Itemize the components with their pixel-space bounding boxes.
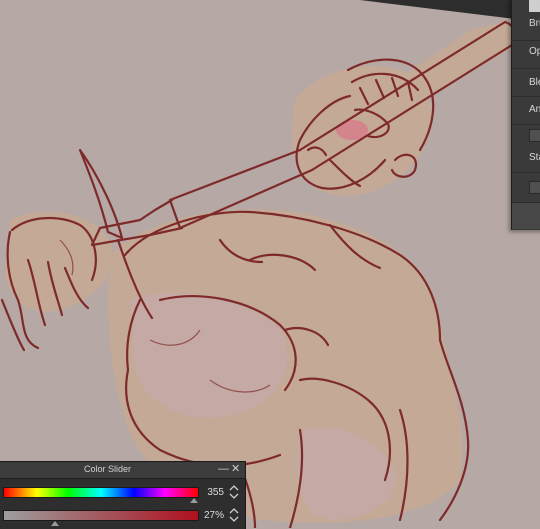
brush-label: Bru [529,18,540,29]
brush-row[interactable]: Bru [512,12,540,41]
panel-footer-button[interactable] [512,202,540,229]
saturation-slider-handle[interactable] [51,521,60,526]
blend-row[interactable]: Ble [512,68,540,97]
brush-settings-panel: Bru Op Ble An Sta [511,0,540,230]
hue-stepper-icon[interactable] [228,485,240,499]
stabilizer-field[interactable] [529,181,540,194]
stabilizer-label: Sta [529,152,540,163]
saturation-slider[interactable] [3,510,199,521]
minimize-icon[interactable]: — [218,463,229,475]
hue-slider-handle[interactable] [190,498,199,503]
opacity-row[interactable]: Op [512,40,540,69]
close-icon[interactable]: ✕ [231,463,240,475]
brush-preview [529,0,540,12]
color-slider-panel: Color Slider — ✕ 355 27% [0,461,246,529]
hue-slider[interactable] [3,487,199,498]
drawing-canvas[interactable] [0,0,540,528]
panel-title: Color Slider [83,464,132,474]
antialias-field[interactable] [529,129,540,142]
antialias-label: An [529,104,540,115]
saturation-value[interactable]: 27% [202,510,224,521]
blend-label: Ble [529,77,540,88]
color-slider-titlebar[interactable]: Color Slider — ✕ [0,462,245,479]
stabilizer-row[interactable]: Sta [512,144,540,173]
opacity-label: Op [529,46,540,57]
saturation-stepper-icon[interactable] [228,508,240,522]
antialias-row[interactable]: An [512,96,540,125]
hue-value[interactable]: 355 [202,487,224,498]
